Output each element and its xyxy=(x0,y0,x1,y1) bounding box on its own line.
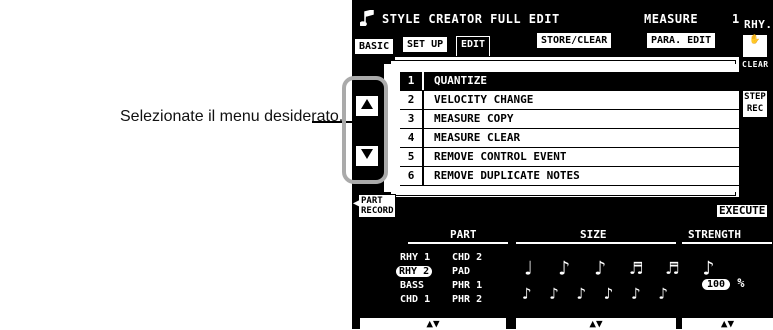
note-size-row-1[interactable]: ♩ ♪ ♪ ♬ ♬ ♪ xyxy=(522,256,720,280)
menu-item-velocity-change[interactable]: 2 VELOCITY CHANGE xyxy=(400,91,751,110)
strength-header: STRENGTH xyxy=(688,228,741,241)
measure-value: 1 xyxy=(732,12,740,26)
part-record-button[interactable]: PART RECORD xyxy=(358,194,396,218)
menu-item-label: VELOCITY CHANGE xyxy=(434,93,534,106)
menu-item-number: 6 xyxy=(400,167,424,185)
menu-item-number: 2 xyxy=(400,91,424,109)
tab-store-clear[interactable]: STORE/CLEAR xyxy=(536,32,613,49)
part-chd1[interactable]: CHD 1 xyxy=(400,294,430,305)
execute-button[interactable]: EXECUTE xyxy=(716,204,769,218)
size-select-buttons[interactable]: ▲▼ xyxy=(516,318,676,329)
triangle-down-icon xyxy=(361,149,373,159)
music-note-icon xyxy=(360,10,374,26)
part-select-buttons[interactable]: ▲▼ xyxy=(360,318,506,329)
part-rhy1[interactable]: RHY 1 xyxy=(400,252,430,263)
clear-label: CLEAR xyxy=(742,60,769,69)
screen-title: STYLE CREATOR FULL EDIT xyxy=(382,12,560,26)
left-arrow-icon: ◀ xyxy=(353,198,360,209)
menu-item-number: 1 xyxy=(400,72,424,90)
lcd-screen: STYLE CREATOR FULL EDIT MEASURE 1 BASIC … xyxy=(342,0,773,329)
menu-item-number: 3 xyxy=(400,110,424,128)
triangle-up-icon xyxy=(361,99,373,109)
strength-unit: % xyxy=(737,276,745,290)
annotation-text: Selezionate il menu desiderato. xyxy=(120,108,344,125)
rhy-label: RHY. xyxy=(744,18,773,31)
measure-label: MEASURE xyxy=(644,12,699,26)
part-divider xyxy=(408,242,508,244)
menu-item-measure-copy[interactable]: 3 MEASURE COPY xyxy=(400,110,751,129)
size-header: SIZE xyxy=(580,228,607,241)
menu-item-remove-control-event[interactable]: 5 REMOVE CONTROL EVENT xyxy=(400,148,751,167)
size-divider xyxy=(516,242,676,244)
menu-item-quantize[interactable]: 1 QUANTIZE xyxy=(400,72,751,91)
menu-item-label: MEASURE COPY xyxy=(434,112,514,125)
strength-divider xyxy=(682,242,772,244)
part-header: PART xyxy=(450,228,477,241)
strength-value-display[interactable]: 100 % xyxy=(702,276,745,290)
menu-item-number: 4 xyxy=(400,129,424,147)
part-chd2[interactable]: CHD 2 xyxy=(452,252,482,263)
menu-item-label: REMOVE DUPLICATE NOTES xyxy=(434,169,580,182)
part-bass[interactable]: BASS xyxy=(400,280,424,291)
menu-item-measure-clear[interactable]: 4 MEASURE CLEAR xyxy=(400,129,751,148)
part-phr1[interactable]: PHR 1 xyxy=(452,280,482,291)
scroll-up-button[interactable] xyxy=(354,94,380,118)
tab-edit[interactable]: EDIT xyxy=(456,36,491,56)
part-phr2[interactable]: PHR 2 xyxy=(452,294,482,305)
note-size-row-2[interactable]: ♪ ♪ ♪ ♪ ♪ ♪ xyxy=(522,284,672,303)
strength-value: 100 xyxy=(702,279,731,290)
hand-clear-icon[interactable]: ✋ xyxy=(742,34,768,58)
tab-para-edit[interactable]: PARA. EDIT xyxy=(646,32,717,49)
tab-basic[interactable]: BASIC xyxy=(354,38,395,55)
menu-item-remove-duplicate-notes[interactable]: 6 REMOVE DUPLICATE NOTES xyxy=(400,167,751,186)
strength-select-buttons[interactable]: ▲▼ xyxy=(682,318,773,329)
part-rhy2[interactable]: RHY 2 xyxy=(396,266,433,277)
menu-item-number: 5 xyxy=(400,148,424,166)
edit-menu-panel: 1 QUANTIZE 2 VELOCITY CHANGE 3 MEASURE C… xyxy=(384,64,751,192)
menu-item-label: MEASURE CLEAR xyxy=(434,131,521,144)
menu-item-label: QUANTIZE xyxy=(434,74,487,87)
part-pad[interactable]: PAD xyxy=(452,266,470,277)
menu-item-label: REMOVE CONTROL EVENT xyxy=(434,150,567,163)
tab-setup[interactable]: SET UP xyxy=(402,36,449,53)
scroll-down-button[interactable] xyxy=(354,144,380,168)
step-rec-button[interactable]: STEP REC xyxy=(742,90,768,118)
